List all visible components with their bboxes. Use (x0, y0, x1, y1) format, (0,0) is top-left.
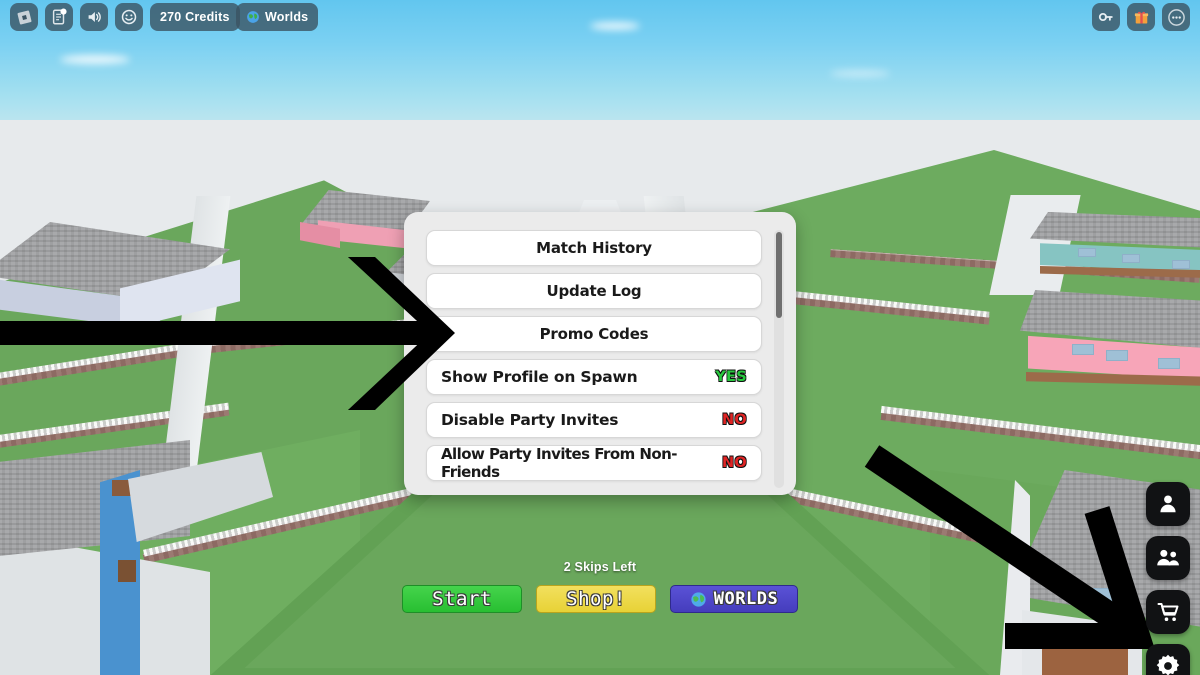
option-label: Allow Party Invites From Non-Friends (441, 445, 677, 481)
globe-icon (690, 591, 707, 608)
more-options-icon[interactable] (1162, 3, 1190, 31)
action-button-row: Start Shop! WORLDS (0, 585, 1200, 613)
credits-label: 270 Credits (160, 10, 230, 24)
panel-scrollbar-track[interactable] (774, 230, 784, 488)
settings-gear-icon[interactable] (1146, 644, 1190, 675)
option-allow-party-invites-non-friends[interactable]: Allow Party Invites From Non-Friends NO (426, 445, 762, 481)
cloud (830, 70, 890, 77)
shop-button[interactable]: Shop! (536, 585, 656, 613)
roblox-logo-icon[interactable] (10, 3, 38, 31)
gift-icon[interactable] (1127, 3, 1155, 31)
start-label: Start (432, 588, 492, 610)
globe-icon (246, 10, 260, 24)
settings-option-list: Match History Update Log Promo Codes Sho… (426, 230, 762, 488)
option-show-profile-on-spawn[interactable]: Show Profile on Spawn YES (426, 359, 762, 395)
option-update-log[interactable]: Update Log (426, 273, 762, 309)
settings-panel[interactable]: Match History Update Log Promo Codes Sho… (404, 212, 796, 495)
person-glyph (1160, 495, 1176, 513)
option-label: Update Log (546, 282, 642, 300)
option-value-toggle[interactable]: NO (722, 412, 747, 428)
option-promo-codes[interactable]: Promo Codes (426, 316, 762, 352)
option-value-toggle[interactable]: NO (722, 455, 747, 471)
worlds-button-label: WORLDS (713, 589, 779, 609)
ellipsis-glyph (1167, 8, 1186, 27)
option-match-history[interactable]: Match History (426, 230, 762, 266)
cloud (60, 55, 130, 64)
settings-panel-body: Match History Update Log Promo Codes Sho… (426, 230, 784, 495)
gear-glyph (1156, 654, 1180, 675)
document-glyph (50, 8, 68, 26)
option-disable-party-invites[interactable]: Disable Party Invites NO (426, 402, 762, 438)
option-label: Promo Codes (539, 325, 649, 343)
roblox-glyph (16, 9, 33, 26)
emote-icon[interactable] (115, 3, 143, 31)
volume-icon[interactable] (80, 3, 108, 31)
speaker-glyph (85, 8, 103, 26)
start-button[interactable]: Start (402, 585, 522, 613)
panel-scrollbar-thumb[interactable] (776, 232, 782, 318)
option-label: Match History (536, 239, 652, 257)
worlds-label: Worlds (265, 10, 309, 24)
profile-icon[interactable] (1146, 482, 1190, 526)
worlds-chip[interactable]: Worlds (236, 3, 319, 31)
top-bar: 270 Credits Worlds (0, 0, 1200, 34)
gift-glyph (1133, 9, 1150, 26)
key-glyph (1097, 8, 1115, 26)
credits-chip[interactable]: 270 Credits (150, 3, 240, 31)
side-icon-rail (1146, 482, 1190, 675)
smiley-glyph (120, 8, 138, 26)
worlds-button[interactable]: WORLDS (670, 585, 798, 613)
option-label: Show Profile on Spawn (441, 368, 638, 386)
option-label: Disable Party Invites (441, 411, 619, 429)
skips-left-label: 2 Skips Left (563, 560, 637, 574)
key-icon[interactable] (1092, 3, 1120, 31)
notification-document-icon[interactable] (45, 3, 73, 31)
shop-label: Shop! (566, 588, 626, 610)
option-value-toggle[interactable]: YES (715, 369, 747, 385)
